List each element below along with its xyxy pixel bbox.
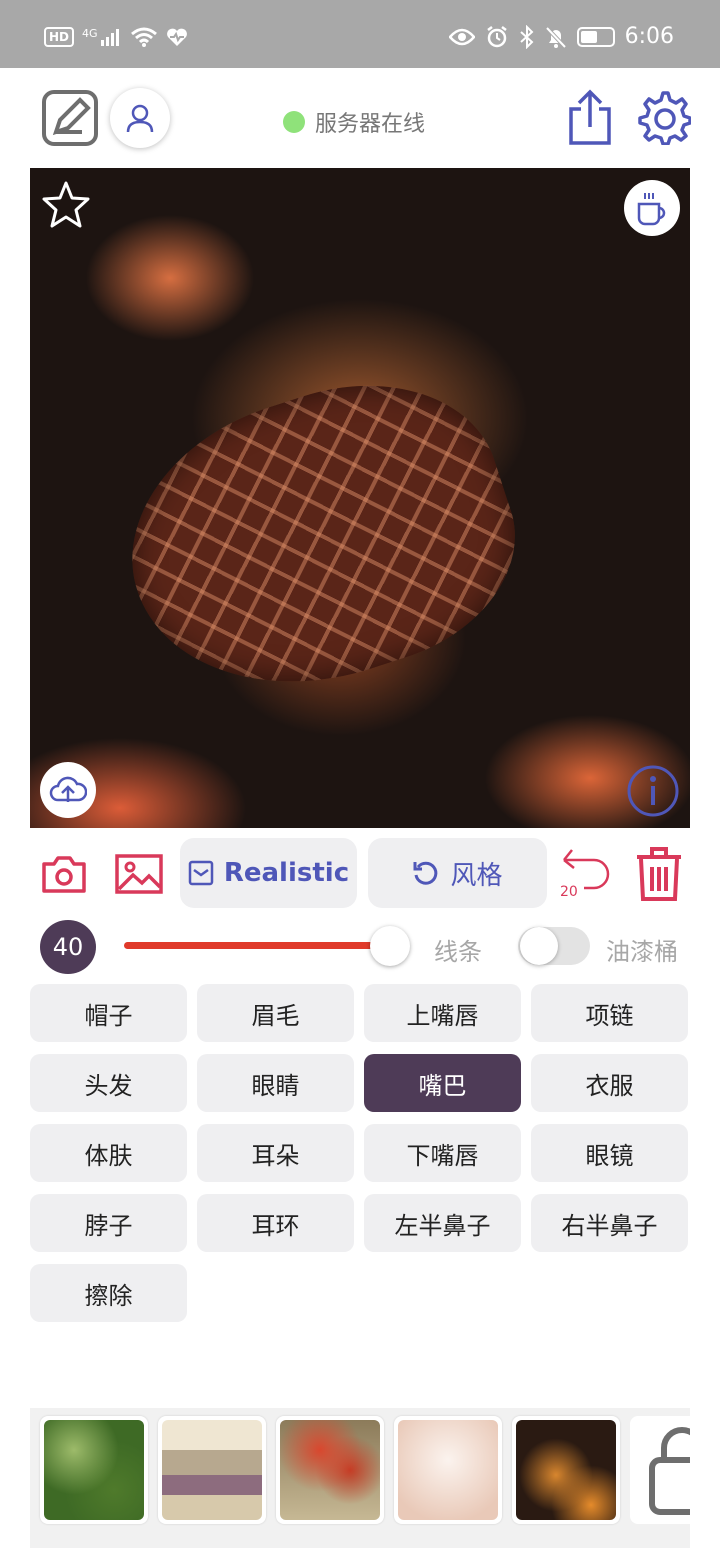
tool-row: Realistic 风格 20 <box>0 838 720 910</box>
label-chip[interactable]: 左半鼻子 <box>364 1194 521 1252</box>
settings-button[interactable] <box>634 88 692 146</box>
mail-check-icon <box>188 860 214 886</box>
hd-indicator: HD <box>44 27 75 47</box>
sketch-mode-button[interactable] <box>42 90 98 146</box>
label-chip[interactable]: 下嘴唇 <box>364 1124 521 1182</box>
style-thumbnail[interactable] <box>512 1416 620 1524</box>
thumbnail-stone-moss <box>162 1420 262 1520</box>
realistic-mode-label: Realistic <box>223 858 350 888</box>
brush-size-slider-track[interactable] <box>124 942 404 949</box>
rotate-icon <box>413 861 438 885</box>
coffee-cup-icon <box>637 193 666 226</box>
style-thumbnail[interactable] <box>158 1416 266 1524</box>
edit-pencil-icon <box>42 90 98 146</box>
canvas-artwork <box>96 346 544 730</box>
label-chip[interactable]: 头发 <box>30 1054 187 1112</box>
user-icon <box>126 104 154 133</box>
label-chip[interactable]: 项链 <box>531 984 688 1042</box>
style-label: 风格 <box>450 860 503 891</box>
brush-size-slider-thumb[interactable] <box>370 926 410 966</box>
style-thumbnail[interactable] <box>40 1416 148 1524</box>
label-chip[interactable]: 擦除 <box>30 1264 187 1322</box>
thumbnail-dark-orange <box>516 1420 616 1520</box>
favorite-button[interactable] <box>40 180 92 234</box>
network-indicator: 4G <box>82 28 122 46</box>
realistic-mode-button[interactable]: Realistic <box>180 838 357 908</box>
label-chip[interactable]: 脖子 <box>30 1194 187 1252</box>
wifi-icon <box>130 27 157 47</box>
battery-indicator <box>576 26 615 47</box>
signal-icon <box>100 29 119 46</box>
style-thumbnail[interactable] <box>276 1416 384 1524</box>
profile-button[interactable] <box>110 88 170 148</box>
bluetooth-icon <box>519 24 534 49</box>
info-icon <box>627 765 679 817</box>
line-mode-label: 线条 <box>434 938 482 966</box>
label-chip[interactable]: 眼睛 <box>197 1054 354 1112</box>
clock: 6:06 <box>624 24 674 49</box>
label-chip[interactable]: 嘴巴 <box>364 1054 521 1112</box>
eye-icon <box>448 28 475 45</box>
style-thumbnail-tray <box>30 1408 690 1548</box>
lock-icon <box>649 1427 690 1515</box>
label-chip[interactable]: 眼镜 <box>531 1124 688 1182</box>
star-icon <box>42 181 90 228</box>
server-status-dot <box>283 111 305 133</box>
label-chip[interactable]: 耳环 <box>197 1194 354 1252</box>
label-chip[interactable]: 体肤 <box>30 1124 187 1182</box>
cloud-upload-icon <box>49 776 87 802</box>
bell-muted-icon <box>545 26 567 48</box>
top-bar: 服务器在线 <box>0 68 720 168</box>
server-status: 服务器在线 <box>283 106 425 138</box>
camera-button[interactable] <box>40 850 88 898</box>
server-status-label: 服务器在线 <box>315 112 426 137</box>
toggle-knob <box>520 927 558 965</box>
health-heart-icon <box>166 28 187 46</box>
image-icon <box>115 854 163 894</box>
share-icon <box>569 89 611 145</box>
thumbnail-green-foliage <box>44 1420 144 1520</box>
undo-count: 20 <box>560 884 578 900</box>
brush-controls: 40 线条 油漆桶 <box>0 920 720 976</box>
generated-image-canvas[interactable] <box>30 168 690 828</box>
info-button[interactable] <box>626 764 680 822</box>
style-thumbnail[interactable] <box>394 1416 502 1524</box>
gear-icon <box>638 91 691 145</box>
undo-button[interactable]: 20 <box>558 846 614 902</box>
delete-button[interactable] <box>632 844 686 904</box>
status-bar: HD 4G 6:06 <box>0 0 720 68</box>
alarm-icon <box>486 25 507 47</box>
label-chip[interactable]: 眉毛 <box>197 984 354 1042</box>
label-chip[interactable]: 耳朵 <box>197 1124 354 1182</box>
gallery-button[interactable] <box>112 850 166 898</box>
upload-button[interactable] <box>40 762 96 818</box>
locked-thumbnail[interactable] <box>630 1416 690 1524</box>
paint-bucket-toggle[interactable] <box>518 927 590 965</box>
trash-icon <box>637 847 681 901</box>
label-chip[interactable]: 上嘴唇 <box>364 984 521 1042</box>
share-button[interactable] <box>562 88 618 148</box>
camera-icon <box>42 856 86 893</box>
paint-bucket-label: 油漆桶 <box>606 938 678 966</box>
label-chip[interactable]: 帽子 <box>30 984 187 1042</box>
thumbnail-red-flowers <box>280 1420 380 1520</box>
style-button[interactable]: 风格 <box>368 838 547 908</box>
coffee-button[interactable] <box>624 180 680 236</box>
label-chip[interactable]: 衣服 <box>531 1054 688 1112</box>
label-chip[interactable]: 右半鼻子 <box>531 1194 688 1252</box>
thumbnail-pale-blush <box>398 1420 498 1520</box>
brush-size-badge: 40 <box>40 920 96 974</box>
